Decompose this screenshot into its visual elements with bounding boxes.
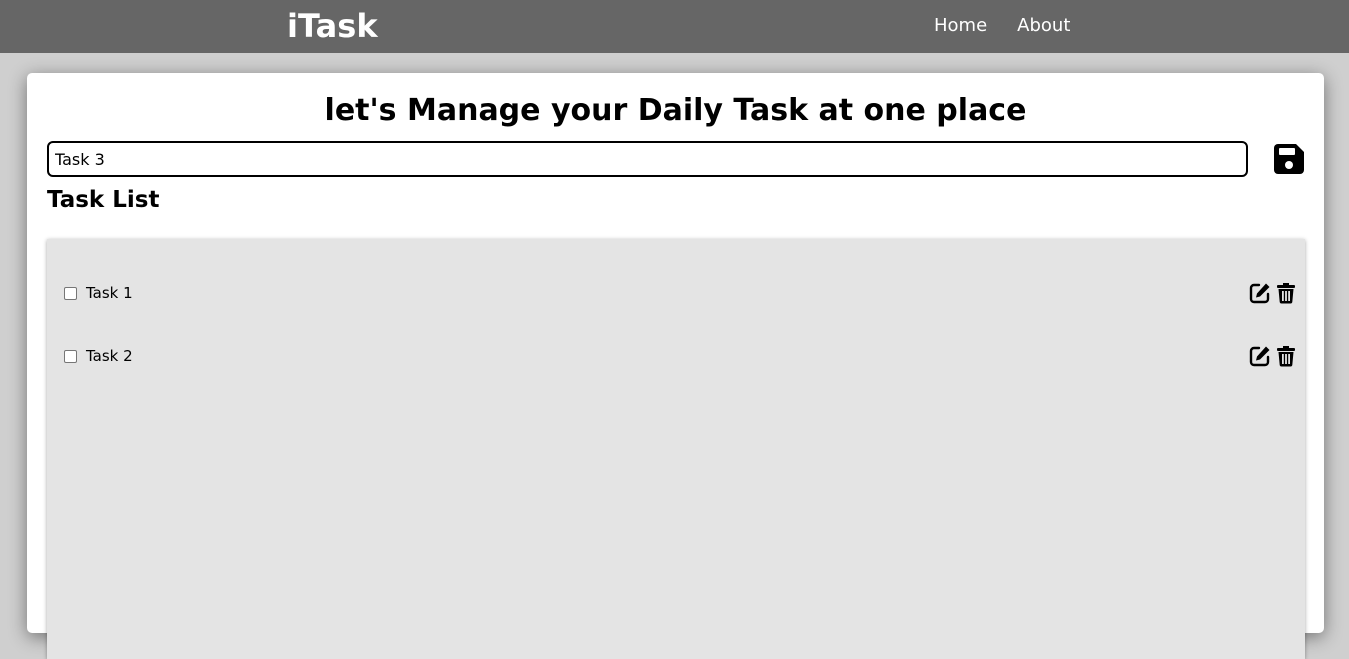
delete-button[interactable] xyxy=(1275,282,1297,304)
main-card: let's Manage your Daily Task at one plac… xyxy=(27,73,1324,659)
edit-icon xyxy=(1249,346,1270,367)
list-item: Task 1 xyxy=(47,281,1305,305)
nav-link-home[interactable]: Home xyxy=(934,15,987,37)
task-checkbox[interactable] xyxy=(64,350,77,363)
edit-button[interactable] xyxy=(1249,345,1271,367)
task-label: Task 2 xyxy=(86,347,133,365)
task-list-title: Task List xyxy=(47,187,160,213)
brand-logo[interactable]: iTask xyxy=(287,6,378,46)
task-list: Task 1 Task 2 xyxy=(47,239,1305,659)
list-item: Task 2 xyxy=(47,344,1305,368)
trash-icon xyxy=(1277,346,1295,367)
page-title: let's Manage your Daily Task at one plac… xyxy=(324,93,1027,128)
save-button[interactable] xyxy=(1273,143,1305,175)
edit-icon xyxy=(1249,283,1270,304)
trash-icon xyxy=(1277,283,1295,304)
delete-button[interactable] xyxy=(1275,345,1297,367)
task-checkbox[interactable] xyxy=(64,287,77,300)
nav-link-about[interactable]: About xyxy=(1017,15,1070,37)
navbar: iTask Home About xyxy=(0,0,1349,53)
floppy-disk-icon xyxy=(1274,144,1304,174)
task-input[interactable] xyxy=(47,141,1248,177)
nav-links: Home About xyxy=(934,15,1070,37)
edit-button[interactable] xyxy=(1249,282,1271,304)
task-label: Task 1 xyxy=(86,284,133,302)
